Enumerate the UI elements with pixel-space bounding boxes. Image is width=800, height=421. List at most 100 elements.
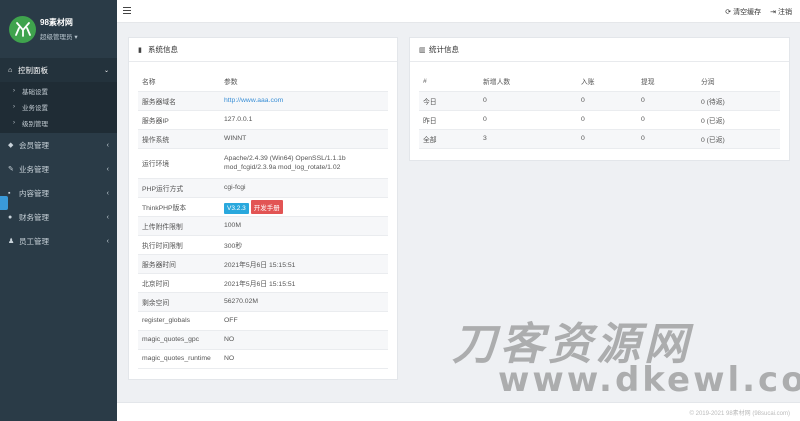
row-key: 服务器时间 [142,261,176,269]
table-row: 操作系统 WINNT [138,129,388,148]
table-row: 昨日 0 0 0 0 (已返) [419,110,780,129]
chevron-down-icon: ⌄ [103,67,109,74]
tag-icon: ◆ [8,142,14,149]
column-header: 新增人数 [483,79,511,87]
table-row: 今日 0 0 0 0 (待返) [419,91,780,110]
clear-cache-label: 清空缓存 [733,9,762,16]
cell: 0 [581,116,585,123]
table-row: magic_quotes_gpc NO [138,330,388,349]
table-row: 服务器IP 127.0.0.1 [138,110,388,129]
home-icon: ⌂ [8,66,13,74]
row-key: 服务器IP [142,117,169,125]
stats-table: # 新增人数 入账 提现 分润 今日 0 0 0 0 (待返) 昨日 0 0 0… [419,72,780,149]
table-row: ThinkPHP版本 V3.2.3 开发手册 [138,197,388,216]
panel-header: ▮ 系统信息 [129,38,397,62]
row-key: register_globals [142,317,190,324]
submenu-label: 业务设置 [22,105,48,112]
submenu-label: 级别管理 [22,121,48,128]
sidebar-item-members[interactable]: ◆ 会员管理 ‹ [0,133,117,157]
row-value: 2021年5月6日 15:15:51 [224,261,296,269]
money-icon: ● [8,213,13,221]
cell: 0 (待返) [701,98,725,106]
sidebar: 98素材网 超级管理员 ▾ ⌂ 控制面板 ⌄ › 基础设置 › 业务设置 › 级别管理… [0,0,117,421]
chevron-left-icon: ‹ [106,165,109,173]
sidebar-item-staff[interactable]: ♟ 员工管理 ‹ [0,229,117,253]
row-value: 300秒 [224,242,243,250]
logout-button[interactable]: ⇥ 注销 [770,7,792,17]
table-row: 服务器时间 2021年5月6日 15:15:51 [138,254,388,273]
side-float-tab[interactable] [0,196,8,210]
row-key: 运行环境 [142,161,170,168]
cell: 3 [483,135,487,142]
panel-title: 系统信息 [148,45,178,54]
topbar: ⟳ 清空缓存 ⇥ 注销 [117,0,800,23]
user-menu[interactable]: 超级管理员 ▾ [40,31,78,41]
row-key: 剩余空间 [142,299,170,307]
refresh-icon: ⟳ [725,9,732,16]
system-info-table: 名称 参数 服务器域名 http://www.aaa.com 服务器IP 127.0… [138,72,388,369]
table-row: 北京时间 2021年5月6日 15:15:51 [138,273,388,292]
row-key: 操作系统 [142,136,170,144]
bar-chart-icon: ▥ [419,46,426,54]
sidebar-item-content[interactable]: ▪ 内容管理 ‹ [0,181,117,205]
sidebar-item-label: 会员管理 [19,140,49,150]
table-row: 运行环境 Apache/2.4.39 (Win64) OpenSSL/1.1.1b… [138,148,388,178]
row-key: ThinkPHP版本 [142,204,187,212]
row-value: NO [224,336,235,343]
sidebar-item-label: 业务管理 [19,164,49,174]
brand-title: 98素材网 [40,18,73,27]
row-key: magic_quotes_gpc [142,336,200,343]
submenu-item-basic-settings[interactable]: › 基础设置 [0,83,117,99]
sidebar-item-label: 员工管理 [19,236,49,246]
footer: © 2019-2021 98素材网 (98sucai.com) [117,402,800,421]
sidebar-item-business[interactable]: ✎ 业务管理 ‹ [0,157,117,181]
stats-info-panel: ▥ 统计信息 # 新增人数 入账 提现 分润 今日 0 0 0 0 (待返) 昨… [409,37,790,161]
chevron-left-icon: ‹ [106,213,109,221]
submenu-item-business-settings[interactable]: › 业务设置 [0,99,117,115]
cell: 昨日 [423,117,437,125]
submenu-label: 基础设置 [22,89,48,96]
row-key: 北京时间 [142,280,170,288]
dev-manual-button[interactable]: 开发手册 [250,199,283,214]
sidebar-item-finance[interactable]: ● 财务管理 ‹ [0,205,117,229]
clear-cache-button[interactable]: ⟳ 清空缓存 [725,7,761,17]
column-header: 入账 [581,79,595,87]
panel-header: ▥ 统计信息 [410,38,789,62]
chevron-right-icon: › [13,88,15,94]
row-value: 127.0.0.1 [224,116,253,123]
watermark-url-text: www.dkewl.com [498,360,800,400]
logo [9,15,36,43]
table-row: 执行时间限制 300秒 [138,235,388,254]
table-header-row: # 新增人数 入账 提现 分润 [419,72,780,91]
table-row: register_globals OFF [138,311,388,330]
brand-logo-icon [14,22,31,37]
row-key: 上传附件限制 [142,223,183,231]
server-domain-link[interactable]: http://www.aaa.com [224,97,283,104]
row-key: PHP运行方式 [142,185,184,193]
sidebar-item-dashboard[interactable]: ⌂ 控制面板 ⌄ [0,58,117,82]
panel-title: 统计信息 [429,45,459,54]
column-header: 提现 [641,79,655,87]
table-row: 全部 3 0 0 0 (已返) [419,129,780,148]
row-key: 执行时间限制 [142,242,183,250]
cell: 0 (已返) [701,117,725,125]
chevron-left-icon: ‹ [106,141,109,149]
cell: 0 [581,97,585,104]
row-value: Apache/2.4.39 (Win64) OpenSSL/1.1.1b mod… [224,155,346,171]
cell: 今日 [423,98,437,106]
table-row: 服务器域名 http://www.aaa.com [138,91,388,110]
submenu-item-level-management[interactable]: › 级别管理 [0,115,117,131]
column-header: # [423,77,427,85]
menu-toggle-icon[interactable] [123,7,131,14]
table-row: PHP运行方式 cgi-fcgi [138,178,388,197]
chevron-left-icon: ‹ [106,189,109,197]
column-header: 分润 [701,79,715,87]
cell: 0 [581,135,585,142]
sidebar-submenu: › 基础设置 › 业务设置 › 级别管理 [0,82,117,133]
chevron-right-icon: › [13,104,15,110]
row-value: NO [224,355,235,362]
document-icon: ▮ [138,46,142,54]
table-row: 上传附件限制 100M [138,216,388,235]
row-key: magic_quotes_runtime [142,355,211,362]
row-value: WINNT [224,135,247,142]
